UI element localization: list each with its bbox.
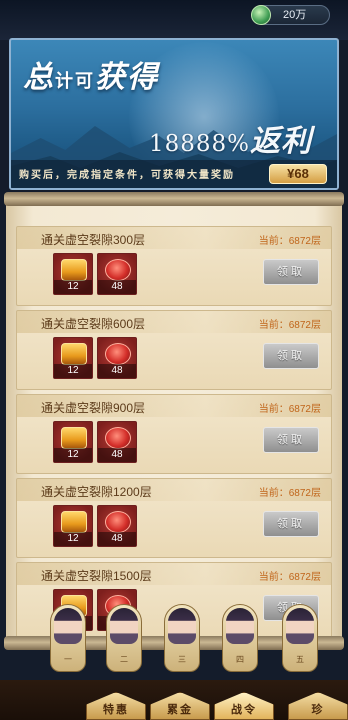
reward-chest-item[interactable]: 12 xyxy=(53,253,93,295)
quest-progress: 当前：6872层 xyxy=(258,488,321,499)
character-label: 五 xyxy=(296,655,304,664)
reward-chest-item[interactable]: 12 xyxy=(53,421,93,463)
quest-scroll-panel[interactable]: 通关虚空裂隙300层 当前：6872层 12 48 领取 通关虚空裂隙600层 … xyxy=(6,200,342,640)
reward-pill-item[interactable]: 48 xyxy=(97,253,137,295)
quest-name: 通关虚空裂隙1200层 xyxy=(41,485,152,499)
quest-progress: 当前：6872层 xyxy=(258,572,321,583)
reward-chest-item[interactable]: 12 xyxy=(53,337,93,379)
claim-button[interactable]: 领取 xyxy=(263,427,319,453)
jade-gem-icon xyxy=(251,5,271,25)
reward-pill-item[interactable]: 48 xyxy=(97,421,137,463)
character-portrait[interactable]: 四 xyxy=(222,604,258,672)
character-label: 三 xyxy=(178,655,186,664)
character-avatar xyxy=(54,608,82,644)
treasure-chest-icon xyxy=(61,427,87,449)
quest-name: 通关虚空裂隙1500层 xyxy=(41,569,152,583)
scroll-rod-top xyxy=(4,192,344,206)
claim-button[interactable]: 领取 xyxy=(263,511,319,537)
red-elixir-icon xyxy=(105,343,131,365)
treasure-chest-icon xyxy=(61,343,87,365)
currency-amount: 20万 xyxy=(283,9,307,21)
reward-chest-item[interactable]: 12 xyxy=(53,505,93,547)
character-portrait[interactable]: 一 xyxy=(50,604,86,672)
quest-row: 通关虚空裂隙900层 当前：6872层 12 48 领取 xyxy=(16,394,332,474)
reward-pill-item[interactable]: 48 xyxy=(97,337,137,379)
character-label: 二 xyxy=(120,655,128,664)
buy-price-button[interactable]: ¥68 xyxy=(269,164,327,184)
quest-row: 通关虚空裂隙300层 当前：6872层 12 48 领取 xyxy=(16,226,332,306)
red-elixir-icon xyxy=(105,259,131,281)
banner-title: 总计可获得 xyxy=(23,60,159,95)
character-avatar xyxy=(168,608,196,644)
currency-display[interactable]: 20万 xyxy=(251,5,330,25)
treasure-chest-icon xyxy=(61,511,87,533)
character-avatar xyxy=(226,608,254,644)
red-elixir-icon xyxy=(105,511,131,533)
quest-name: 通关虚空裂隙300层 xyxy=(41,233,146,247)
character-label: 四 xyxy=(236,655,244,664)
quest-name: 通关虚空裂隙600层 xyxy=(41,317,146,331)
claim-button[interactable]: 领取 xyxy=(263,343,319,369)
quest-progress: 当前：6872层 xyxy=(258,404,321,415)
red-elixir-icon xyxy=(105,427,131,449)
quest-row: 通关虚空裂隙600层 当前：6872层 12 48 领取 xyxy=(16,310,332,390)
character-avatar xyxy=(110,608,138,644)
treasure-chest-icon xyxy=(61,259,87,281)
quest-progress: 当前：6872层 xyxy=(258,320,321,331)
quest-progress: 当前：6872层 xyxy=(258,236,321,247)
banner-description: 购买后，完成指定条件，可获得大量奖励 xyxy=(19,170,235,181)
banner-percent: 18888%返利 xyxy=(149,124,313,159)
character-label: 一 xyxy=(64,655,72,664)
reward-pill-item[interactable]: 48 xyxy=(97,505,137,547)
quest-name: 通关虚空裂隙900层 xyxy=(41,401,146,415)
character-portrait[interactable]: 三 xyxy=(164,604,200,672)
character-portrait[interactable]: 五 xyxy=(282,604,318,672)
promo-banner: 总计可获得 18888%返利 购买后，完成指定条件，可获得大量奖励 ¥68 xyxy=(9,38,339,190)
character-avatar xyxy=(286,608,314,644)
character-portrait[interactable]: 二 xyxy=(106,604,142,672)
quest-row: 通关虚空裂隙1200层 当前：6872层 12 48 领取 xyxy=(16,478,332,558)
claim-button[interactable]: 领取 xyxy=(263,259,319,285)
